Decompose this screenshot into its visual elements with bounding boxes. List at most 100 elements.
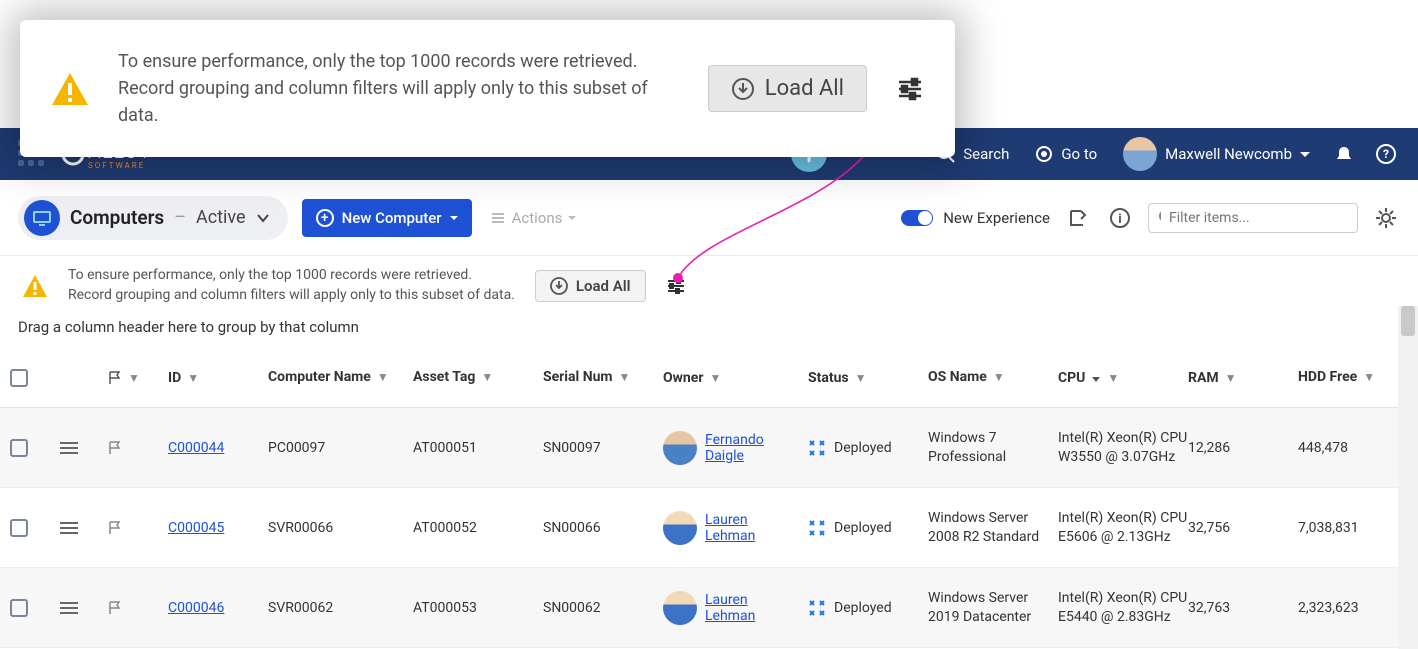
row-id[interactable]: C000046	[168, 600, 268, 616]
row-id[interactable]: C000045	[168, 520, 268, 536]
row-owner[interactable]: LaurenLehman	[663, 511, 808, 545]
filter-icon[interactable]: ▼	[1107, 371, 1119, 385]
warning-icon	[50, 71, 90, 107]
load-all-button-small[interactable]: Load All	[535, 270, 646, 302]
filter-icon[interactable]: ▼	[187, 371, 199, 385]
sort-desc-icon	[1091, 373, 1101, 383]
row-flag[interactable]	[108, 441, 168, 455]
tune-icon[interactable]	[895, 74, 925, 104]
row-ram: 32,756	[1188, 520, 1298, 536]
data-table: ▼ ID▼ Computer Name▼ Asset Tag▼ Serial N…	[0, 348, 1398, 648]
gear-icon[interactable]	[1372, 204, 1400, 232]
id-col-header[interactable]: ID▼	[168, 370, 268, 386]
row-flag[interactable]	[108, 601, 168, 615]
plus-icon: +	[316, 209, 334, 227]
filter-items-input[interactable]	[1148, 203, 1358, 233]
download-icon	[550, 277, 568, 295]
table-row[interactable]: C000044 PC00097 AT000051 SN00097 Fernand…	[0, 408, 1398, 488]
chevron-down-icon	[450, 216, 458, 224]
deployed-icon	[808, 519, 826, 537]
chevron-down-icon	[568, 216, 576, 224]
os-col-header[interactable]: OS Name▼	[928, 369, 1058, 386]
owner-col-header[interactable]: Owner▼	[663, 370, 808, 386]
row-owner[interactable]: FernandoDaigle	[663, 431, 808, 465]
cpu-col-header[interactable]: CPU▼	[1058, 370, 1188, 386]
select-all-checkbox[interactable]	[10, 369, 60, 387]
popup-line1: To ensure performance, only the top 1000…	[118, 48, 680, 75]
user-menu[interactable]: Maxwell Newcomb	[1117, 135, 1316, 173]
row-cname: SVR00066	[268, 520, 413, 536]
toolbar: Computers – Active + New Computer Action…	[0, 180, 1418, 256]
warning-icon	[22, 274, 48, 298]
tag-col-header[interactable]: Asset Tag▼	[413, 369, 543, 386]
hdd-col-header[interactable]: HDD Free▼	[1298, 369, 1388, 386]
banner-line2: Record grouping and column filters will …	[68, 286, 515, 306]
logo-subtext: SOFTWARE	[88, 161, 152, 170]
chevron-down-icon	[1300, 152, 1310, 162]
row-menu-icon[interactable]	[60, 442, 108, 454]
filter-input-field[interactable]	[1169, 210, 1347, 226]
filter-icon[interactable]: ▼	[709, 371, 721, 385]
row-checkbox[interactable]	[10, 599, 60, 617]
load-all-small-label: Load All	[576, 277, 631, 295]
chevron-down-icon	[256, 211, 270, 225]
goto-label: Go to	[1061, 145, 1097, 163]
help-icon[interactable]: ?	[1372, 140, 1400, 168]
status-col-header[interactable]: Status▼	[808, 370, 928, 386]
scrollbar-thumb[interactable]	[1401, 306, 1415, 336]
export-icon[interactable]	[1064, 204, 1092, 232]
tune-icon-small[interactable]	[666, 276, 686, 296]
info-icon[interactable]: i	[1106, 204, 1134, 232]
row-menu-icon[interactable]	[60, 522, 108, 534]
filter-icon[interactable]: ▼	[128, 371, 140, 385]
table-body: C000044 PC00097 AT000051 SN00097 Fernand…	[0, 408, 1398, 648]
goto-nav[interactable]: Go to	[1029, 143, 1103, 165]
row-checkbox[interactable]	[10, 519, 60, 537]
filter-icon[interactable]: ▼	[1225, 371, 1237, 385]
filter-icon[interactable]: ▼	[619, 370, 631, 384]
serial-col-header[interactable]: Serial Num▼	[543, 369, 663, 386]
new-computer-button[interactable]: + New Computer	[302, 199, 472, 237]
load-all-label: Load All	[765, 76, 844, 101]
view-pill[interactable]: Computers – Active	[18, 196, 288, 240]
notifications-icon[interactable]	[1330, 140, 1358, 168]
row-tag: AT000053	[413, 600, 543, 616]
row-cname: SVR00062	[268, 600, 413, 616]
row-status: Deployed	[808, 599, 928, 617]
view-title: Computers	[70, 206, 164, 229]
table-row[interactable]: C000046 SVR00062 AT000053 SN00062 Lauren…	[0, 568, 1398, 648]
ram-col-header[interactable]: RAM▼	[1188, 370, 1298, 386]
search-label: Search	[963, 145, 1009, 163]
row-status: Deployed	[808, 439, 928, 457]
group-by-bar[interactable]: Drag a column header here to group by th…	[0, 306, 1398, 349]
actions-button[interactable]: Actions	[486, 205, 581, 231]
filter-icon[interactable]: ▼	[481, 370, 493, 384]
cname-col-header[interactable]: Computer Name▼	[268, 369, 413, 386]
target-icon	[1035, 145, 1053, 163]
list-icon	[490, 210, 506, 226]
row-tag: AT000051	[413, 440, 543, 456]
popup-text: To ensure performance, only the top 1000…	[118, 48, 680, 129]
row-hdd: 7,038,831	[1298, 520, 1388, 536]
flag-col-header[interactable]: ▼	[108, 371, 168, 385]
row-owner[interactable]: LaurenLehman	[663, 591, 808, 625]
row-flag[interactable]	[108, 521, 168, 535]
filter-icon[interactable]: ▼	[855, 371, 867, 385]
filter-icon[interactable]: ▼	[993, 370, 1005, 384]
vertical-scrollbar[interactable]	[1398, 306, 1418, 649]
load-all-button[interactable]: Load All	[708, 65, 867, 112]
row-os: Windows 7 Professional	[928, 429, 1058, 465]
new-experience-toggle[interactable]: New Experience	[901, 209, 1050, 227]
row-cname: PC00097	[268, 440, 413, 456]
filter-icon[interactable]: ▼	[377, 370, 389, 384]
row-status: Deployed	[808, 519, 928, 537]
performance-popup: To ensure performance, only the top 1000…	[20, 20, 955, 157]
row-menu-icon[interactable]	[60, 602, 108, 614]
row-id[interactable]: C000044	[168, 440, 268, 456]
banner-line1: To ensure performance, only the top 1000…	[68, 266, 515, 286]
filter-icon[interactable]: ▼	[1363, 370, 1375, 384]
row-checkbox[interactable]	[10, 439, 60, 457]
table-row[interactable]: C000045 SVR00066 AT000052 SN00066 Lauren…	[0, 488, 1398, 568]
row-hdd: 448,478	[1298, 440, 1388, 456]
table-header: ▼ ID▼ Computer Name▼ Asset Tag▼ Serial N…	[0, 348, 1398, 408]
